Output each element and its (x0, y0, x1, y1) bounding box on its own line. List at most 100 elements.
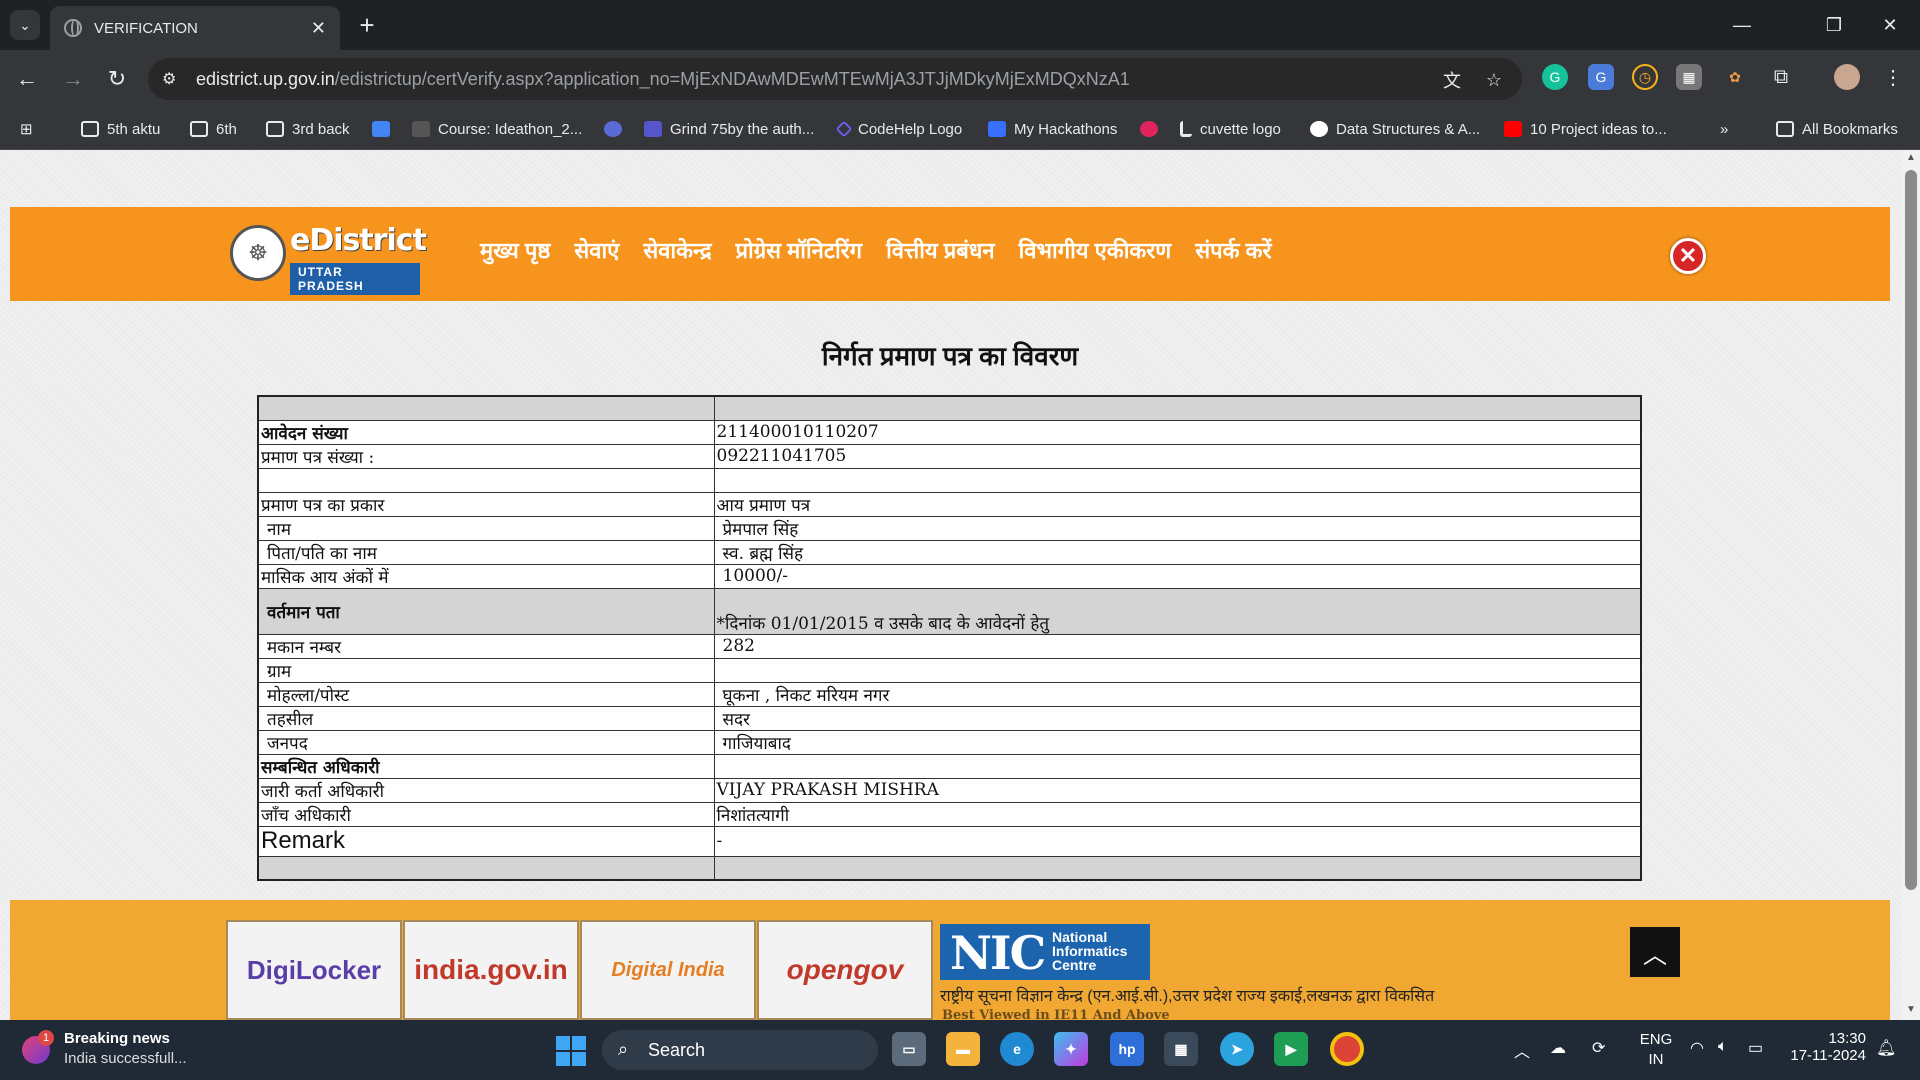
heart-icon (1140, 121, 1158, 137)
myhp-icon[interactable]: hp (1110, 1032, 1144, 1066)
address-bar[interactable]: ⚙ edistrict.up.gov.in/edistrictup/certVe… (148, 58, 1522, 100)
wifi-icon[interactable]: ◠ (1690, 1038, 1704, 1058)
nav-home[interactable]: मुख्य पृष्ठ (480, 235, 550, 265)
field-label: जाँच अधिकारी (257, 801, 715, 827)
cookie-extension-icon[interactable]: ✿ (1722, 64, 1748, 90)
field-value: 211400010110207 (713, 419, 1642, 445)
close-icon[interactable]: ✕ (1670, 238, 1706, 274)
copilot-icon[interactable]: ✦ (1054, 1032, 1088, 1066)
edistrict-logo[interactable]: ☸ eDistrict UTTAR PRADESH (220, 219, 427, 295)
news-title: Breaking news (64, 1030, 170, 1047)
browser-toolbar: ← → ↻ ⚙ edistrict.up.gov.in/edistrictup/… (0, 50, 1920, 108)
google-icon (1310, 121, 1328, 137)
onedrive-cloud-icon[interactable]: ☁ (1550, 1038, 1566, 1058)
bookmark-my-hackathons[interactable]: My Hackathons (988, 116, 1117, 142)
nic-logo[interactable]: NIC National Informatics Centre (940, 924, 1150, 980)
new-tab-button[interactable]: + (352, 10, 382, 40)
bookmark-course-ideathon[interactable]: Course: Ideathon_2... (412, 116, 582, 142)
google-meet-icon[interactable]: ▶ (1274, 1032, 1308, 1066)
reload-button[interactable]: ↻ (102, 64, 132, 94)
tab-search-button[interactable]: ⌄ (10, 10, 40, 40)
image-extension-icon[interactable]: ▦ (1676, 64, 1702, 90)
digital-india-logo[interactable]: Digital India (580, 920, 756, 1020)
field-value: VIJAY PRAKASH MISHRA (713, 777, 1642, 803)
minimize-button[interactable]: — (1722, 10, 1762, 40)
chrome-icon[interactable] (1330, 1032, 1364, 1066)
bookmark-data-structures[interactable]: Data Structures & A... (1310, 116, 1480, 142)
page-scrollbar[interactable]: ▲ ▼ (1902, 150, 1920, 1020)
site-info-icon[interactable]: ⚙ (162, 69, 182, 89)
translate-extension-icon[interactable]: G (1588, 64, 1614, 90)
task-view-icon[interactable]: ▭ (892, 1032, 926, 1066)
scroll-down-arrow-icon[interactable]: ▼ (1905, 1004, 1917, 1016)
microsoft-store-icon[interactable]: ▦ (1164, 1032, 1198, 1066)
table-row: आवेदन संख्या 211400010110207 (257, 419, 1642, 445)
restore-button[interactable]: ❐ (1814, 10, 1854, 40)
translate-icon[interactable]: 文 (1440, 68, 1464, 92)
volume-icon[interactable]: 🔈︎ (1718, 1038, 1728, 1056)
bookmark-project-ideas[interactable]: 10 Project ideas to... (1504, 116, 1667, 142)
field-label: मोहल्ला/पोस्ट (257, 681, 715, 707)
extensions-puzzle-icon[interactable]: ⧉ (1768, 64, 1794, 90)
bookmark-codehelp-logo[interactable]: CodeHelp Logo (835, 116, 962, 142)
active-tab[interactable]: VERIFICATION ✕ (50, 6, 340, 50)
bookmark-star-icon[interactable]: ☆ (1482, 68, 1506, 92)
more-menu-icon[interactable]: ⋮ (1880, 64, 1906, 90)
india-gov-logo[interactable]: india.gov.in (403, 920, 579, 1020)
bookmarks-overflow-icon[interactable]: » (1720, 116, 1728, 142)
field-value: स्व. ब्रह्म सिंह (713, 539, 1642, 565)
edge-icon[interactable]: e (1000, 1032, 1034, 1066)
page-viewport: ☸ eDistrict UTTAR PRADESH मुख्य पृष्ठ से… (0, 150, 1920, 1020)
forward-button[interactable]: → (58, 64, 88, 94)
field-value: 282 (713, 633, 1642, 659)
bookmark-cuvette-logo[interactable]: cuvette logo (1180, 116, 1281, 142)
apps-grid-icon[interactable]: ⊞ (20, 116, 33, 142)
bookmark-heart[interactable] (1140, 116, 1166, 142)
all-bookmarks-button[interactable]: All Bookmarks (1776, 116, 1898, 142)
clock[interactable]: 13:30 17-11-2024 (1786, 1030, 1866, 1064)
close-window-button[interactable]: ✕ (1870, 10, 1910, 40)
url-text[interactable]: edistrict.up.gov.in/edistrictup/certVeri… (196, 69, 1130, 90)
telegram-icon[interactable]: ➤ (1220, 1032, 1254, 1066)
taskbar-search[interactable]: ⌕ Search (602, 1030, 878, 1070)
scroll-to-top-button[interactable]: ︿ (1630, 927, 1680, 977)
folder-icon (266, 121, 284, 137)
close-tab-icon[interactable]: ✕ (311, 18, 326, 39)
back-button[interactable]: ← (12, 64, 42, 94)
scrollbar-thumb[interactable] (1905, 170, 1917, 890)
bookmark-docs[interactable] (372, 116, 398, 142)
bookmark-grind-75[interactable]: Grind 75by the auth... (644, 116, 814, 142)
profile-avatar[interactable] (1834, 64, 1860, 90)
up-emblem-icon: ☸ (230, 225, 286, 281)
field-label: मासिक आय अंकों में (257, 563, 715, 589)
digilocker-logo[interactable]: DigiLocker (226, 920, 402, 1020)
timer-extension-icon[interactable]: ◷ (1632, 64, 1658, 90)
sync-icon[interactable]: ⟳ (1592, 1038, 1605, 1058)
bookmark-3rd-back[interactable]: 3rd back (266, 116, 350, 142)
file-explorer-icon[interactable]: ▬ (946, 1032, 980, 1066)
windows-start-icon[interactable] (556, 1036, 586, 1066)
nav-financial-management[interactable]: वित्तीय प्रबंधन (886, 235, 995, 265)
notification-bell-icon[interactable]: 🔔︎ (1876, 1038, 1896, 1058)
nav-contact[interactable]: संपर्क करें (1195, 235, 1271, 265)
nav-services[interactable]: सेवाएं (574, 235, 619, 265)
field-value: आय प्रमाण पत्र (713, 491, 1642, 517)
youtube-icon (1504, 121, 1522, 137)
news-badge: 1 (38, 1030, 54, 1046)
cuvette-icon (1180, 121, 1192, 137)
nav-departmental-integration[interactable]: विभागीय एकीकरण (1019, 235, 1172, 265)
nav-service-centres[interactable]: सेवाकेन्द्र (643, 235, 711, 265)
opengov-logo[interactable]: opengov (757, 920, 933, 1020)
bookmark-s[interactable] (604, 116, 630, 142)
field-label: आवेदन संख्या (257, 419, 715, 445)
table-row: तहसील सदर (257, 705, 1642, 731)
scroll-up-arrow-icon[interactable]: ▲ (1905, 152, 1917, 164)
language-indicator[interactable]: ENG IN (1636, 1030, 1676, 1070)
battery-icon[interactable]: ▭ (1748, 1038, 1763, 1058)
news-subtitle: India successfull... (64, 1050, 187, 1067)
bookmark-5th-aktu[interactable]: 5th aktu (81, 116, 160, 142)
tray-overflow-icon[interactable]: ︿ (1514, 1038, 1530, 1062)
bookmark-6th[interactable]: 6th (190, 116, 237, 142)
grammarly-icon[interactable]: G (1542, 64, 1568, 90)
nav-progress-monitoring[interactable]: प्रोग्रेस मॉनिटरिंग (736, 235, 863, 265)
